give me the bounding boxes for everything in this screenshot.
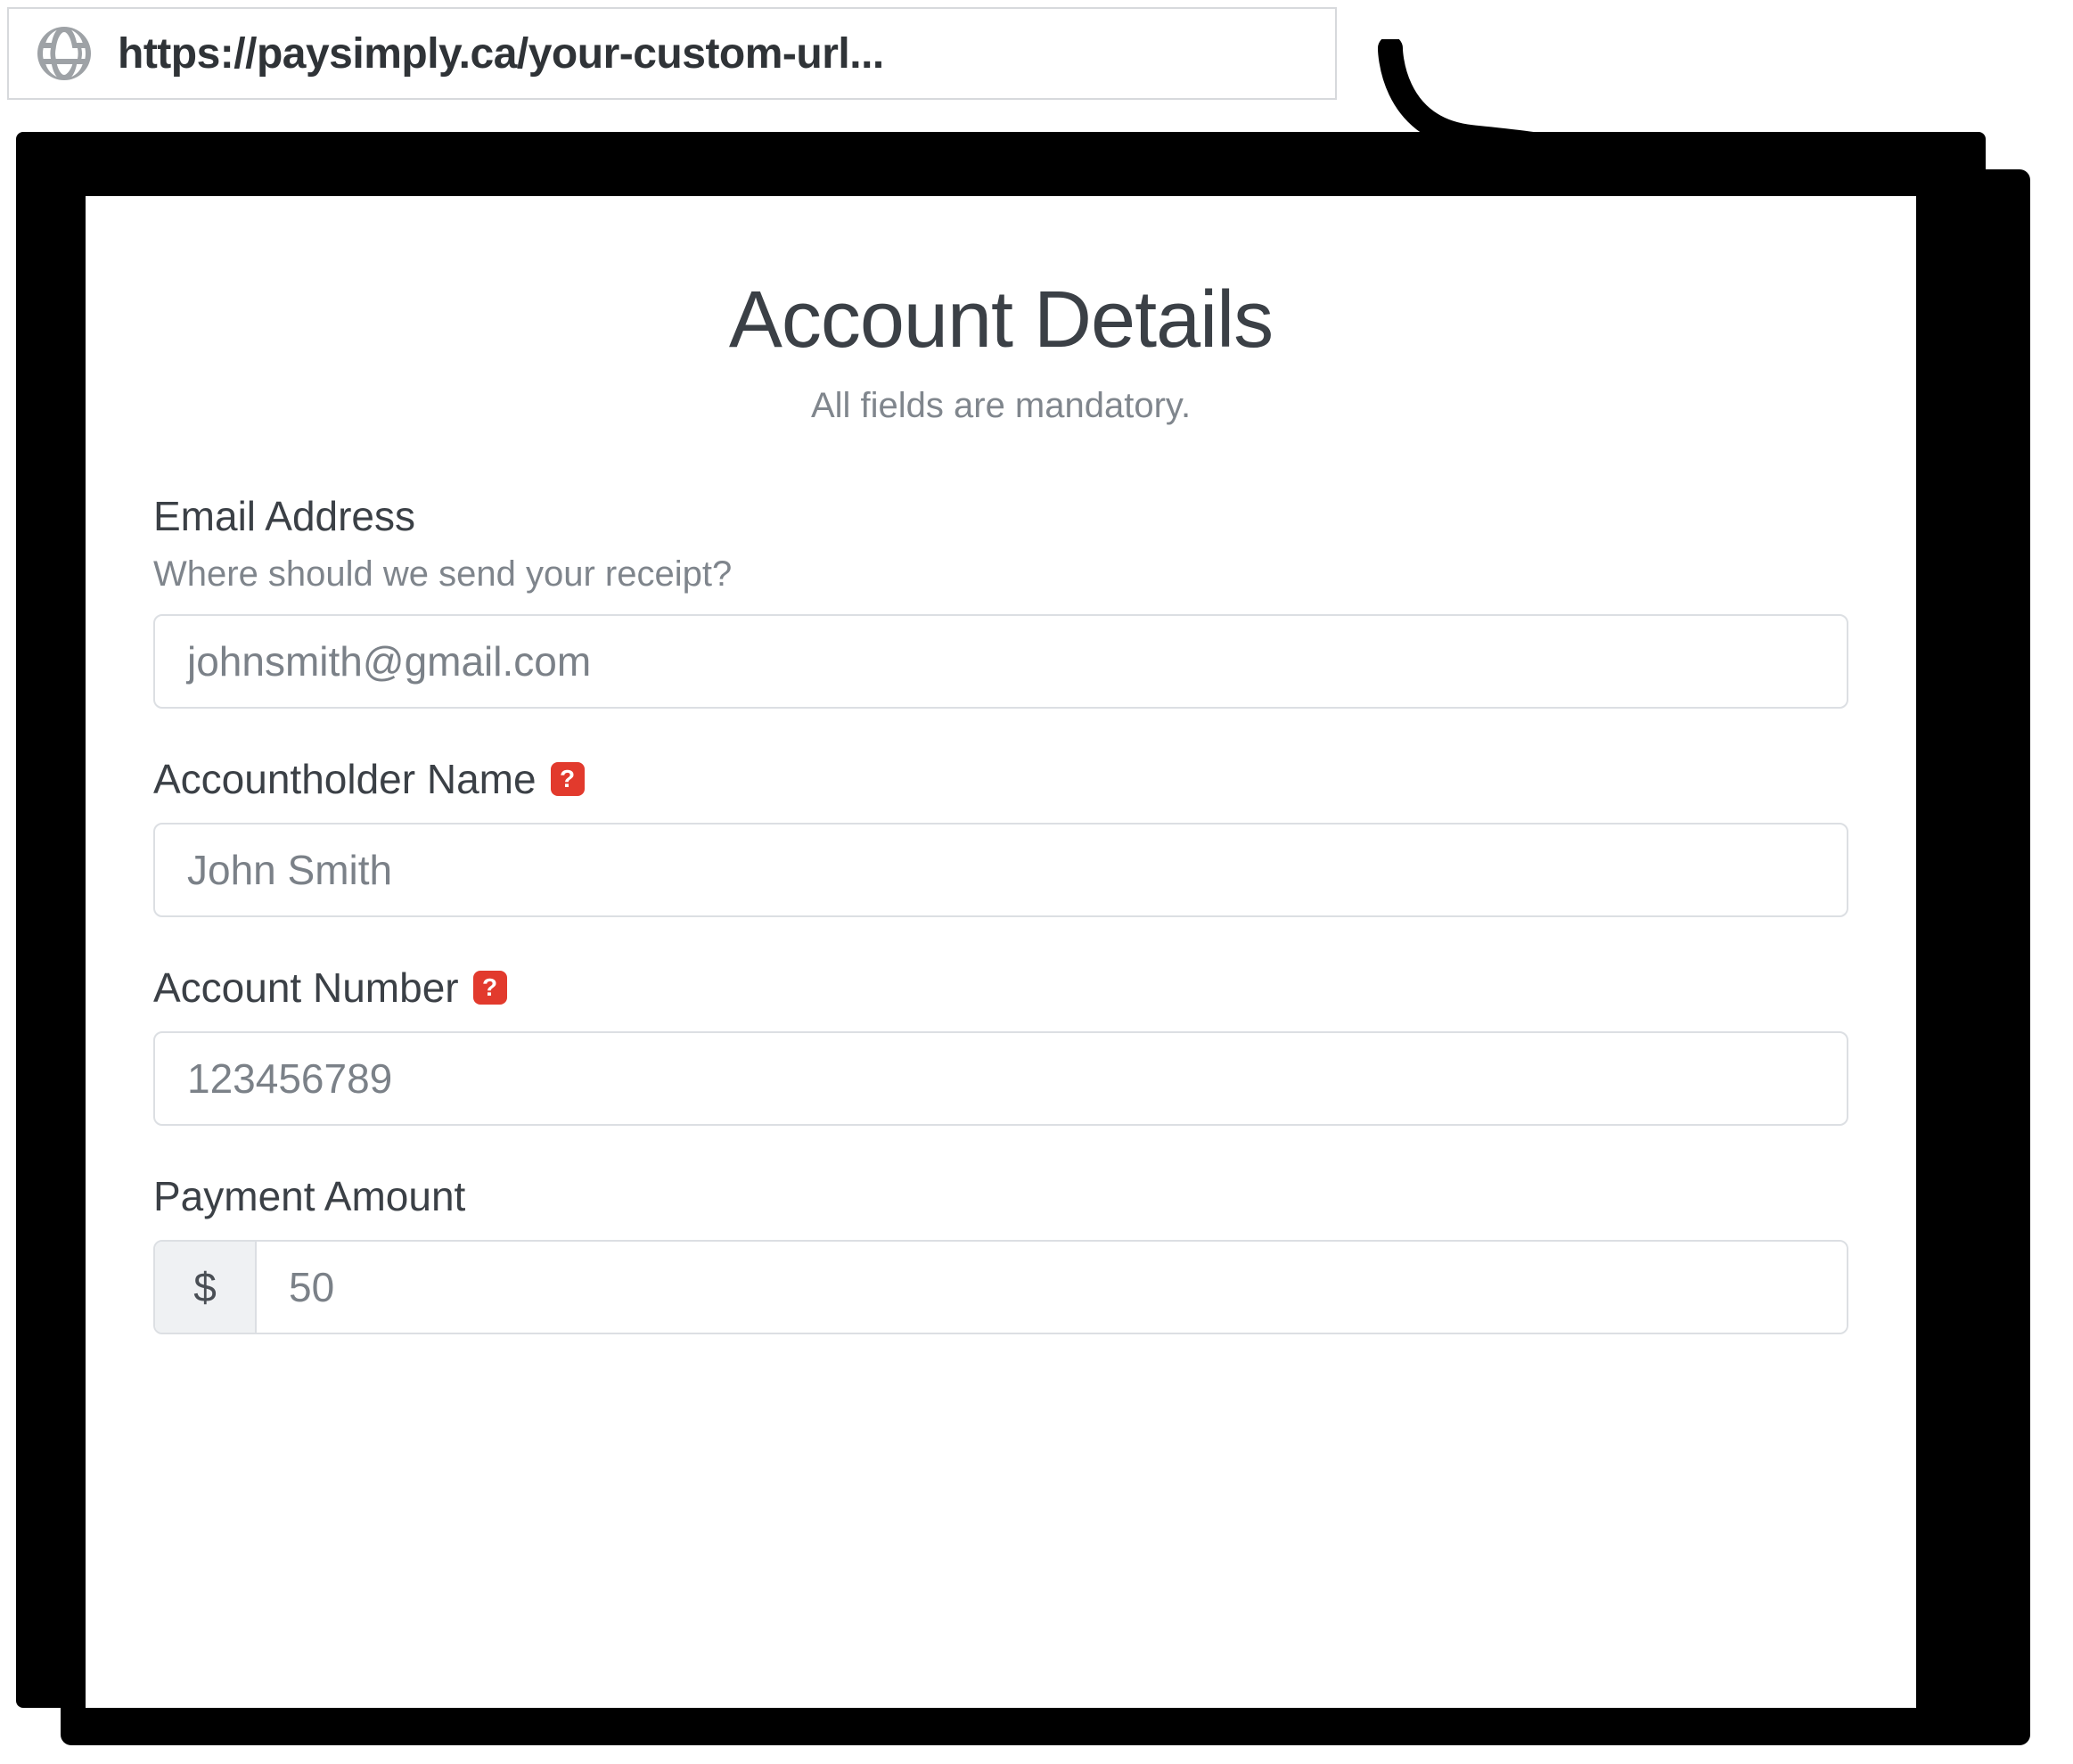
payment-amount-label-text: Payment Amount (153, 1172, 465, 1220)
account-number-label: Account Number ? (153, 964, 1848, 1012)
page-subtitle: All fields are mandatory. (153, 386, 1848, 426)
page-title: Account Details (153, 275, 1848, 366)
help-icon[interactable]: ? (551, 762, 585, 796)
account-number-input[interactable]: 123456789 (153, 1031, 1848, 1126)
accountholder-field-group: Accountholder Name ? John Smith (153, 755, 1848, 917)
payment-amount-input-group: $ 50 (153, 1240, 1848, 1334)
accountholder-input-value: John Smith (187, 846, 392, 894)
email-help-text: Where should we send your receipt? (153, 554, 1848, 595)
email-field-group: Email Address Where should we send your … (153, 492, 1848, 709)
url-bar[interactable]: https://paysimply.ca/your-custom-url... (7, 7, 1337, 100)
globe-icon (36, 25, 93, 82)
currency-prefix: $ (155, 1242, 257, 1333)
account-number-input-value: 123456789 (187, 1054, 392, 1103)
payment-amount-input-value: 50 (289, 1263, 334, 1311)
email-label: Email Address (153, 492, 1848, 540)
email-input[interactable]: johnsmith@gmail.com (153, 614, 1848, 709)
url-text: https://paysimply.ca/your-custom-url... (118, 29, 884, 78)
account-number-label-text: Account Number (153, 964, 459, 1012)
accountholder-input[interactable]: John Smith (153, 823, 1848, 917)
payment-amount-label: Payment Amount (153, 1172, 1848, 1220)
payment-amount-input[interactable]: 50 (257, 1242, 1847, 1333)
help-icon[interactable]: ? (473, 971, 507, 1005)
accountholder-label: Accountholder Name ? (153, 755, 1848, 803)
window-frame: Account Details All fields are mandatory… (16, 132, 1986, 1708)
email-input-value: johnsmith@gmail.com (187, 637, 591, 685)
account-number-field-group: Account Number ? 123456789 (153, 964, 1848, 1126)
account-details-form: Email Address Where should we send your … (153, 492, 1848, 1334)
email-label-text: Email Address (153, 492, 415, 540)
accountholder-label-text: Accountholder Name (153, 755, 537, 803)
payment-amount-field-group: Payment Amount $ 50 (153, 1172, 1848, 1334)
form-panel: Account Details All fields are mandatory… (86, 196, 1916, 1708)
